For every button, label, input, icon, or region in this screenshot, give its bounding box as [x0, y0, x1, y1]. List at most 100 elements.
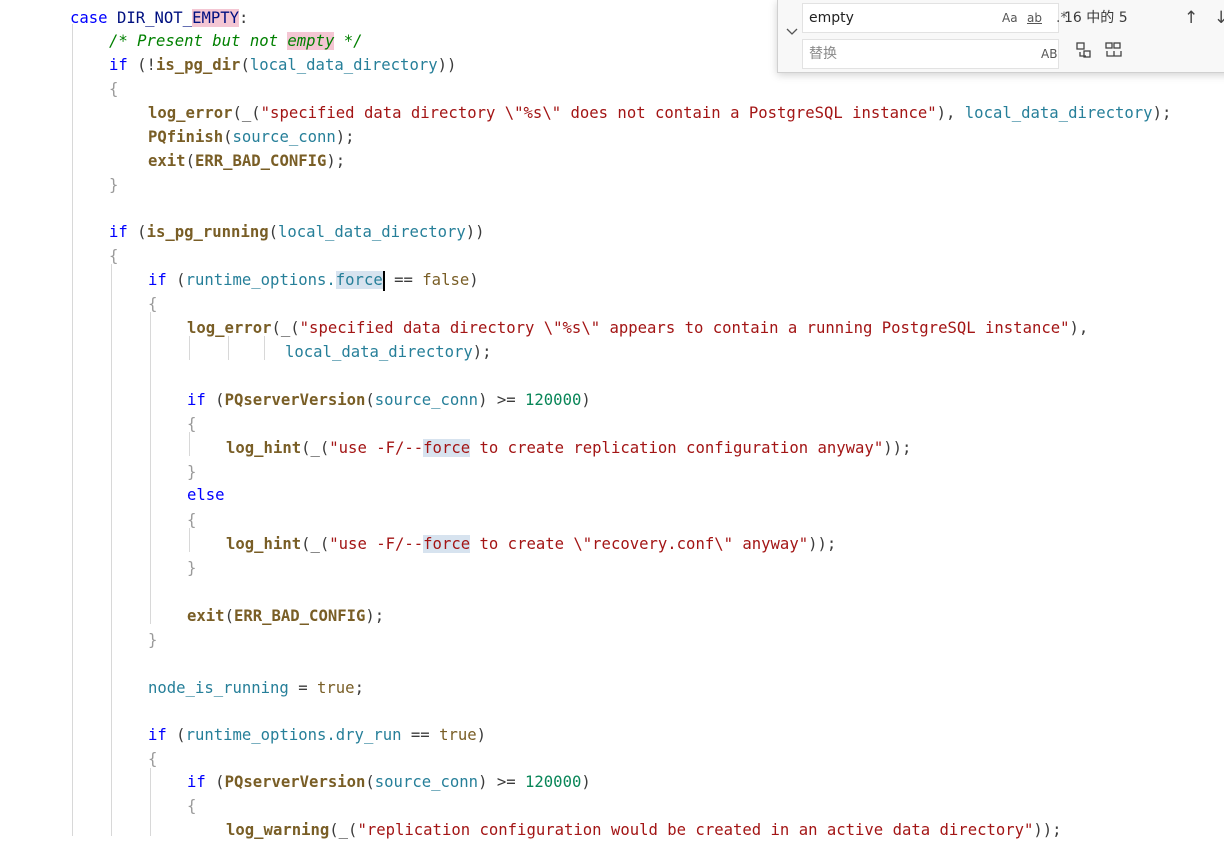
code-editor[interactable]: case DIR_NOT_EMPTY: /* Present but not e… — [0, 0, 1224, 839]
find-input-value: empty — [809, 10, 854, 26]
replace-icon[interactable] — [1074, 39, 1092, 69]
punctuation: ); — [365, 607, 385, 625]
code-line: { — [187, 797, 197, 815]
code-line: } — [187, 463, 197, 481]
code-line: if (!is_pg_dir(local_data_directory)) — [109, 53, 456, 77]
function-name: log_hint — [226, 535, 302, 553]
punctuation: (_( — [232, 104, 261, 122]
keyword: if — [148, 271, 167, 289]
identifier: DIR_NOT_ — [116, 9, 193, 27]
comment: /* Present but not — [109, 32, 288, 50]
punctuation: ), — [936, 104, 965, 122]
code-line: log_warning(_("replication configuration… — [226, 818, 1062, 842]
punctuation: ) — [476, 726, 487, 744]
punctuation: ( — [268, 223, 279, 241]
code-line: { — [148, 295, 158, 313]
code-line: log_hint(_("use -F/--force to create \"r… — [226, 532, 836, 556]
code-line: log_hint(_("use -F/--force to create rep… — [226, 436, 911, 460]
indent-guide — [150, 312, 151, 624]
string-literal: to create \"recovery.conf\" anyway" — [470, 535, 809, 553]
find-input[interactable]: empty Aa ab .* — [802, 3, 1067, 33]
code-line: { — [187, 511, 197, 529]
whole-word-toggle[interactable]: ab — [1027, 4, 1042, 32]
punctuation: ( — [240, 56, 250, 74]
code-line: if (PQserverVersion(source_conn) >= 1200… — [187, 388, 591, 412]
punctuation: (! — [127, 56, 156, 74]
keyword: if — [109, 223, 128, 241]
identifier: source_conn — [374, 391, 479, 409]
number-literal: 120000 — [525, 773, 582, 791]
operator: = — [288, 679, 317, 697]
punctuation: )); — [1033, 821, 1062, 839]
code-line: local_data_directory); — [285, 340, 492, 364]
code-line: { — [187, 415, 197, 433]
find-replace-widget: empty Aa ab .* 16 中的 5 ↑ ↓ 替换 AB — [777, 0, 1224, 73]
code-line: { — [109, 80, 119, 98]
string-literal: "use -F/-- — [329, 535, 424, 553]
punctuation: ( — [224, 607, 234, 625]
code-line: { — [109, 247, 119, 265]
next-match-button[interactable]: ↓ — [1214, 3, 1224, 33]
string-literal: "specified data directory \"%s\" appears… — [299, 319, 1070, 337]
keyword: if — [187, 391, 206, 409]
punctuation: )) — [465, 223, 485, 241]
keyword: case — [70, 9, 108, 27]
function-name: exit — [187, 607, 225, 625]
code-line: } — [148, 631, 158, 649]
punctuation: ( — [365, 391, 375, 409]
indent-guide — [150, 768, 151, 836]
identifier: source_conn — [374, 773, 479, 791]
function-name: is_pg_dir — [155, 56, 241, 74]
preserve-case-toggle[interactable]: AB — [1041, 40, 1057, 68]
identifier: local_data_directory — [285, 343, 473, 361]
string-literal: "use -F/-- — [329, 439, 424, 457]
replace-all-icon[interactable] — [1104, 39, 1124, 69]
chevron-down-icon[interactable] — [784, 24, 800, 42]
code-line: exit(ERR_BAD_CONFIG); — [148, 149, 345, 173]
function-name: log_error — [148, 104, 233, 122]
word-highlight: force — [423, 535, 471, 553]
punctuation: ); — [335, 128, 355, 146]
boolean-literal: false — [422, 271, 470, 289]
punctuation: ( — [205, 773, 225, 791]
function-name: exit — [148, 152, 186, 170]
code-line: { — [148, 750, 158, 768]
keyword: else — [187, 486, 225, 504]
comment: */ — [334, 32, 363, 50]
punctuation: (_( — [271, 319, 300, 337]
code-line: if (runtime_options.dry_run == true) — [148, 723, 486, 747]
match-count: 16 中的 5 — [1064, 10, 1128, 26]
code-line: log_error(_("specified data directory \"… — [187, 316, 1088, 340]
code-line: } — [109, 176, 119, 194]
number-literal: 120000 — [525, 391, 582, 409]
punctuation: )) — [437, 56, 457, 74]
code-line: } — [187, 559, 197, 577]
string-literal: "replication configuration would be crea… — [357, 821, 1034, 839]
punctuation: )); — [883, 439, 912, 457]
code-line: PQfinish(source_conn); — [148, 125, 355, 149]
replace-input[interactable]: 替换 AB — [802, 39, 1059, 69]
operator: == — [401, 726, 440, 744]
function-name: log_warning — [226, 821, 330, 839]
boolean-literal: true — [317, 679, 355, 697]
punctuation: (_( — [301, 439, 330, 457]
punctuation: (_( — [329, 821, 358, 839]
replace-input-placeholder: 替换 — [809, 46, 837, 62]
punctuation: (_( — [301, 535, 330, 553]
match-case-toggle[interactable]: Aa — [1002, 4, 1018, 32]
identifier: runtime_options.dry_run — [185, 726, 402, 744]
previous-match-button[interactable]: ↑ — [1184, 3, 1198, 33]
punctuation: ( — [365, 773, 375, 791]
search-match: EMPTY — [192, 9, 240, 27]
macro-name: ERR_BAD_CONFIG — [233, 607, 366, 625]
word-highlight: force — [335, 271, 383, 289]
punctuation: ) — [581, 773, 591, 791]
boolean-literal: true — [439, 726, 477, 744]
code-line: exit(ERR_BAD_CONFIG); — [187, 604, 384, 628]
function-name: PQfinish — [148, 128, 224, 146]
function-name: log_hint — [226, 439, 302, 457]
code-line: if (PQserverVersion(source_conn) >= 1200… — [187, 770, 591, 794]
string-literal: "specified data directory \"%s\" does no… — [260, 104, 937, 122]
code-line: case DIR_NOT_EMPTY: — [70, 6, 248, 30]
punctuation: ( — [166, 726, 186, 744]
